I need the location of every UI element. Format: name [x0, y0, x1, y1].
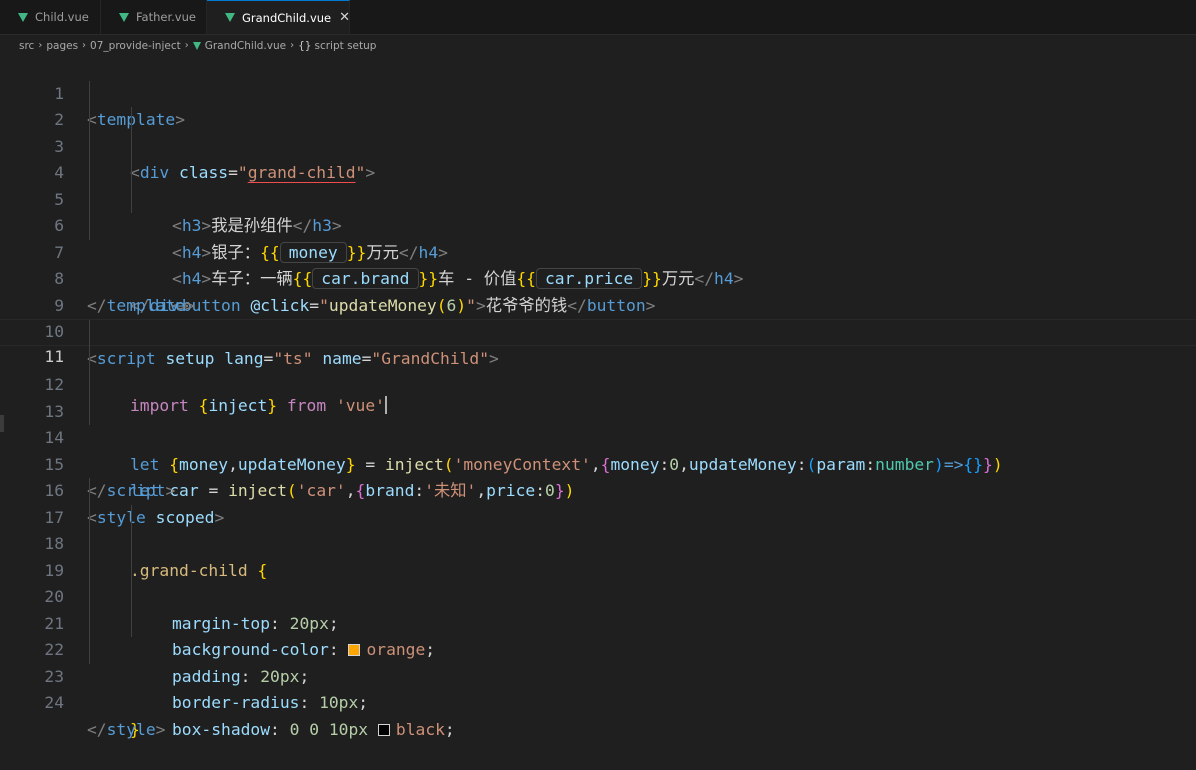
indent-guide	[89, 610, 90, 637]
code-line[interactable]: 12	[0, 345, 1196, 394]
code-line[interactable]: 23 }	[0, 637, 1196, 739]
indent-guide	[131, 107, 132, 134]
indent-guide	[131, 610, 132, 637]
indent-guide	[89, 186, 90, 213]
code-line[interactable]: 22 box-shadow: 0 0 10px black;	[0, 610, 1196, 739]
braces-icon: {}	[298, 39, 312, 52]
indent-guide	[89, 637, 90, 664]
indent-guide	[89, 584, 90, 611]
code-line[interactable]: 4 <h4>银子：{{money}}万元</h4>	[0, 133, 1196, 263]
code-line[interactable]: 10 <script setup lang="ts" name="GrandCh…	[0, 293, 1196, 368]
breadcrumb-item-src[interactable]: src	[19, 40, 34, 52]
code-line[interactable]: 20 padding: 20px;	[0, 557, 1196, 686]
indent-guide	[131, 186, 132, 213]
tab-label: Child.vue	[35, 10, 89, 24]
indent-guide	[89, 504, 90, 531]
indent-guide	[89, 345, 90, 372]
code-line[interactable]: 15 </script>	[0, 425, 1196, 501]
code-line-current[interactable]: 11 import {inject} from 'vue'	[0, 319, 1196, 415]
indent-guide	[89, 213, 90, 240]
tab-label: GrandChild.vue	[242, 10, 332, 25]
code-line[interactable]: 1 <template>	[0, 54, 1196, 130]
code-text: </style>	[87, 719, 166, 739]
breadcrumb-item-pages[interactable]: pages	[46, 40, 78, 52]
indent-guide	[89, 478, 90, 505]
indent-guide	[131, 504, 132, 531]
code-line[interactable]: 6 <button @click="updateMoney(6)">花爷爷的钱<…	[0, 186, 1196, 315]
code-line[interactable]: 16 <style scoped>	[0, 452, 1196, 527]
indent-guide	[89, 557, 90, 584]
code-editor[interactable]: 1 <template> 2 <div class="grand-child">…	[0, 54, 1196, 739]
code-line[interactable]: 24 </style>	[0, 664, 1196, 739]
indent-guide	[89, 133, 90, 160]
indent-guide	[89, 80, 90, 107]
indent-guide	[131, 531, 132, 558]
indent-guide	[89, 107, 90, 134]
code-line[interactable]: 5 <h4>车子：一辆{{car.brand}}车 - 价值{{car.pric…	[0, 160, 1196, 289]
close-icon[interactable]: ✕	[339, 10, 350, 25]
vue-logo-icon	[18, 12, 28, 22]
tab-father-vue[interactable]: Father.vue	[101, 0, 207, 34]
code-line[interactable]: 2 <div class="grand-child">	[0, 80, 1196, 182]
tab-grandchild-vue[interactable]: GrandChild.vue ✕	[207, 0, 350, 34]
chevron-right-icon: ›	[38, 40, 43, 51]
code-line[interactable]: 3 <h3>我是孙组件</h3>	[0, 107, 1196, 235]
indent-guide	[131, 557, 132, 584]
tab-label: Father.vue	[136, 10, 196, 24]
code-line[interactable]: 19 background-color: orange;	[0, 531, 1196, 659]
code-line[interactable]: 14 let car = inject('car',{brand:'未知',pr…	[0, 398, 1196, 500]
tab-child-vue[interactable]: Child.vue	[0, 0, 101, 34]
breadcrumb-item-symbol[interactable]: script setup	[314, 40, 376, 52]
code-line[interactable]: 8 </template>	[0, 240, 1196, 315]
breadcrumb-item-file[interactable]: GrandChild.vue	[205, 40, 286, 52]
indent-guide	[89, 531, 90, 558]
indent-guide	[89, 160, 90, 187]
indent-guide	[131, 133, 132, 160]
code-line[interactable]: 13 let {money,updateMoney} = inject('mon…	[0, 372, 1196, 474]
chevron-right-icon: ›	[184, 40, 189, 51]
code-line[interactable]: 9	[0, 266, 1196, 315]
vue-logo-icon	[119, 12, 129, 22]
chevron-right-icon: ›	[82, 40, 87, 51]
breadcrumb-item-folder[interactable]: 07_provide-inject	[90, 40, 181, 52]
chevron-right-icon: ›	[290, 40, 295, 51]
indent-guide	[89, 320, 90, 347]
vue-logo-icon	[225, 13, 235, 22]
line-number: 24	[44, 693, 64, 712]
color-swatch-black[interactable]	[377, 723, 390, 736]
breadcrumb: src › pages › 07_provide-inject › GrandC…	[0, 35, 1196, 56]
code-line[interactable]: 17 .grand-child {	[0, 478, 1196, 580]
indent-guide	[89, 398, 90, 425]
code-text: border-radius: 10px;	[172, 693, 369, 712]
code-line[interactable]: 21 border-radius: 10px;	[0, 584, 1196, 712]
code-text: box-shadow: 0 0 10px black;	[172, 719, 455, 739]
code-line[interactable]: 7 </div>	[0, 213, 1196, 315]
indent-guide	[89, 372, 90, 399]
indent-guide	[131, 160, 132, 187]
code-line[interactable]: 18 margin-top: 20px;	[0, 504, 1196, 633]
indent-guide	[131, 584, 132, 611]
vue-logo-icon	[192, 41, 201, 50]
editor-tab-bar: Child.vue Father.vue GrandChild.vue ✕	[0, 0, 1196, 35]
